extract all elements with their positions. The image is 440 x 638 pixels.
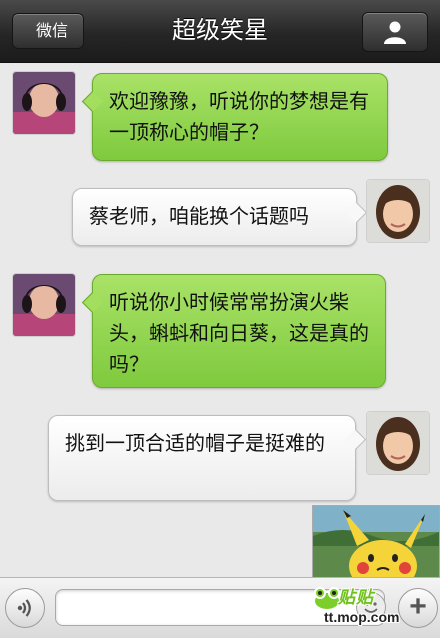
message-text-2: 蔡老师，咱能换个话题吗 [89, 206, 309, 228]
chat-info-button[interactable] [362, 12, 428, 52]
plus-icon: + [409, 590, 427, 623]
message-list[interactable]: 欢迎豫豫，听说你的梦想是有一顶称心的帽子？ 蔡老师，咱能换个话题吗 听说你小时候… [0, 63, 440, 579]
cartoon-image [313, 506, 439, 578]
watermark-brand: 贴贴 [338, 588, 374, 607]
voice-input-button[interactable] [5, 588, 45, 628]
watermark: 贴贴 tt.mop.com [310, 581, 400, 635]
message-bubble-1[interactable]: 欢迎豫豫，听说你的梦想是有一顶称心的帽子？ [92, 73, 388, 161]
person-icon [384, 21, 406, 44]
message-text-3: 听说你小时候常常扮演火柴头，蝌蚪和向日葵，这是真的吗？ [109, 292, 369, 376]
more-options-button[interactable]: + [398, 588, 438, 628]
message-bubble-4[interactable]: 挑到一顶合适的帽子是挺难的 [48, 415, 356, 501]
back-button[interactable]: 微信 [12, 13, 84, 49]
back-button-label: 微信 [35, 23, 68, 40]
title-bar: 微信 超级笑星 [0, 0, 440, 63]
guest-avatar[interactable] [366, 179, 430, 243]
message-bubble-3[interactable]: 听说你小时候常常扮演火柴头，蝌蚪和向日葵，这是真的吗？ [92, 274, 386, 388]
image-message[interactable] [312, 505, 440, 579]
message-bubble-2[interactable]: 蔡老师，咱能换个话题吗 [72, 188, 357, 246]
watermark-url: tt.mop.com [324, 609, 400, 625]
sound-wave-icon [17, 599, 31, 617]
guest-avatar[interactable] [366, 411, 430, 475]
host-avatar[interactable] [12, 273, 76, 337]
host-avatar[interactable] [12, 71, 76, 135]
message-text-1: 欢迎豫豫，听说你的梦想是有一顶称心的帽子？ [109, 91, 369, 144]
message-text-4: 挑到一顶合适的帽子是挺难的 [65, 433, 325, 455]
chat-title: 超级笑星 [172, 17, 268, 44]
